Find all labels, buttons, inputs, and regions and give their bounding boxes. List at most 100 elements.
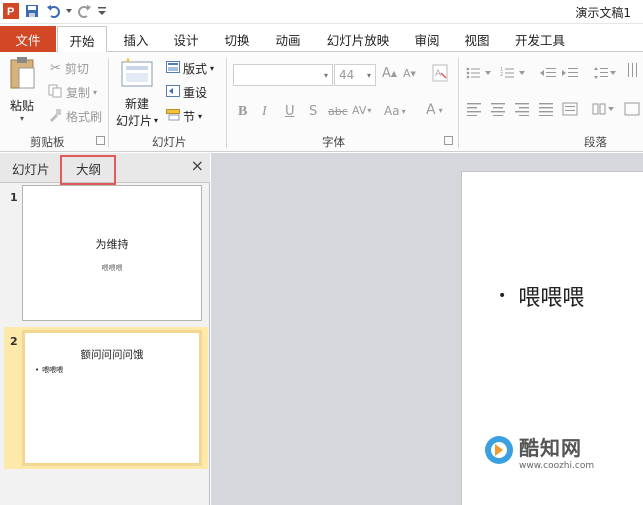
increase-font-icon[interactable]: A ▲: [382, 66, 397, 81]
tab-view[interactable]: 视图: [459, 26, 495, 52]
underline-button[interactable]: U: [285, 104, 295, 119]
svg-text:P: P: [7, 6, 14, 18]
text-direction-icon[interactable]: [626, 62, 640, 80]
tab-transitions[interactable]: 切换: [219, 26, 255, 52]
decrease-indent-icon[interactable]: [540, 66, 556, 80]
undo-icon[interactable]: [44, 2, 62, 20]
font-launcher-icon[interactable]: [444, 136, 453, 145]
section-icon: [166, 109, 180, 124]
clipboard-launcher-icon[interactable]: [96, 136, 105, 145]
outline-tab-highlight: [60, 155, 116, 185]
clipboard-icon: [8, 56, 36, 93]
thumb-title: 为维持: [95, 238, 129, 251]
watermark-name: 酷知网: [519, 436, 582, 460]
title-bar: P 演示文稿1: [0, 0, 643, 24]
paste-label: 粘贴: [9, 99, 34, 113]
justify-icon[interactable]: [538, 102, 554, 116]
clipboard-group-label: 剪贴板: [30, 135, 65, 149]
save-icon[interactable]: [23, 2, 41, 20]
tab-review[interactable]: 审阅: [409, 26, 445, 52]
bullets-icon[interactable]: [466, 66, 492, 80]
paste-button[interactable]: 粘贴 ▾: [8, 56, 36, 123]
chevron-down-icon: ▾: [323, 70, 328, 80]
thumb-title: 额问问问问饿: [80, 349, 144, 361]
char-spacing-button[interactable]: AV ▾: [352, 104, 371, 117]
redo-icon[interactable]: [76, 2, 94, 20]
paragraph-group-label: 段落: [584, 135, 607, 149]
section-button[interactable]: 节 ▾: [166, 108, 202, 125]
tab-slides[interactable]: 幻灯片: [12, 159, 50, 178]
ribbon: 粘贴 ▾ ✂ 剪切 复制 ▾ 格式刷 剪贴板 新建 幻灯片 ▾ 版式 ▾ 重设 …: [0, 52, 643, 152]
slide-thumbnail-1[interactable]: 为维持 喂喂喂: [22, 185, 202, 321]
layout-icon: [166, 61, 180, 76]
new-slide-icon: [120, 56, 154, 91]
reset-button[interactable]: 重设: [166, 84, 207, 101]
svg-text:2: 2: [500, 72, 503, 78]
italic-button[interactable]: I: [262, 104, 267, 120]
align-left-icon[interactable]: [466, 102, 482, 116]
powerpoint-app-icon[interactable]: P: [2, 2, 20, 20]
change-case-button[interactable]: Aa ▾: [384, 104, 406, 118]
watermark-logo-icon: [483, 434, 515, 469]
align-right-icon[interactable]: [514, 102, 530, 116]
slide-thumbnail-2[interactable]: 额问问问问饿 • 喂喂喂: [22, 330, 202, 466]
font-size-select[interactable]: 44 ▾: [334, 64, 376, 86]
chevron-down-icon: ▾: [367, 106, 372, 115]
tab-design[interactable]: 设计: [168, 26, 204, 52]
shadow-button[interactable]: S: [309, 104, 317, 119]
tab-developer[interactable]: 开发工具: [510, 26, 570, 52]
thumb-bullet: • 喂喂喂: [35, 366, 64, 374]
clear-formatting-icon[interactable]: A: [432, 64, 448, 82]
close-icon[interactable]: ×: [191, 156, 204, 175]
line-spacing-icon[interactable]: [594, 66, 616, 80]
divider: [458, 58, 459, 148]
slide-number: 2: [10, 335, 18, 348]
copy-button[interactable]: 复制 ▾: [48, 84, 97, 101]
slides-group-label: 幻灯片: [152, 135, 187, 149]
chevron-down-icon: ▾: [93, 88, 98, 97]
chevron-down-icon: ▾: [19, 114, 24, 123]
font-group-label: 字体: [322, 135, 345, 149]
slides-outline-pane: 幻灯片 大纲 × 1 为维持 喂喂喂 2 额问问问问饿 • 喂喂喂: [0, 153, 210, 505]
chevron-down-icon: ▾: [198, 112, 203, 121]
tab-home[interactable]: 开始: [57, 26, 107, 53]
slide-bullet[interactable]: • 喂喂喂: [498, 280, 584, 312]
window-title: 演示文稿1: [575, 6, 631, 20]
strikethrough-button[interactable]: abc: [328, 105, 348, 118]
distributed-icon[interactable]: [562, 102, 578, 116]
align-text-icon[interactable]: [624, 102, 640, 116]
thumb-subtitle: 喂喂喂: [101, 264, 123, 272]
chevron-down-icon[interactable]: [65, 2, 73, 20]
font-color-button[interactable]: A ▾: [426, 102, 443, 118]
divider: [226, 58, 227, 148]
cut-button[interactable]: ✂ 剪切: [50, 60, 89, 77]
tab-slideshow[interactable]: 幻灯片放映: [322, 26, 394, 52]
slide-number: 1: [10, 191, 18, 204]
align-center-icon[interactable]: [490, 102, 506, 116]
layout-button[interactable]: 版式 ▾: [166, 60, 214, 77]
reset-icon: [166, 85, 180, 100]
font-family-select[interactable]: ▾: [233, 64, 333, 86]
bold-button[interactable]: B: [238, 104, 247, 120]
pane-tabs: 幻灯片 大纲 ×: [0, 153, 210, 185]
ribbon-tabs: 文件 开始 插入 设计 切换 动画 幻灯片放映 审阅 视图 开发工具: [0, 24, 643, 53]
format-painter-button[interactable]: 格式刷: [48, 108, 102, 125]
watermark: 酷知网 www.coozhi.com: [483, 432, 594, 471]
chevron-down-icon: ▾: [366, 70, 371, 80]
tab-insert[interactable]: 插入: [118, 26, 154, 52]
columns-icon[interactable]: [592, 102, 616, 116]
customize-qat-icon[interactable]: [97, 2, 107, 20]
tab-file[interactable]: 文件: [0, 26, 56, 52]
increase-indent-icon[interactable]: [562, 66, 578, 80]
decrease-font-icon[interactable]: A ▼: [403, 67, 416, 80]
chevron-down-icon: ▾: [401, 106, 406, 116]
watermark-url: www.coozhi.com: [519, 461, 595, 471]
chevron-down-icon: ▾: [210, 64, 215, 73]
brush-icon: [48, 108, 62, 125]
new-slide-button[interactable]: 新建 幻灯片 ▾: [116, 56, 158, 129]
chevron-down-icon: ▾: [154, 116, 159, 125]
scissors-icon: ✂: [50, 61, 61, 76]
numbering-icon[interactable]: 12: [500, 66, 526, 80]
copy-icon: [48, 84, 62, 101]
tab-animations[interactable]: 动画: [270, 26, 306, 52]
